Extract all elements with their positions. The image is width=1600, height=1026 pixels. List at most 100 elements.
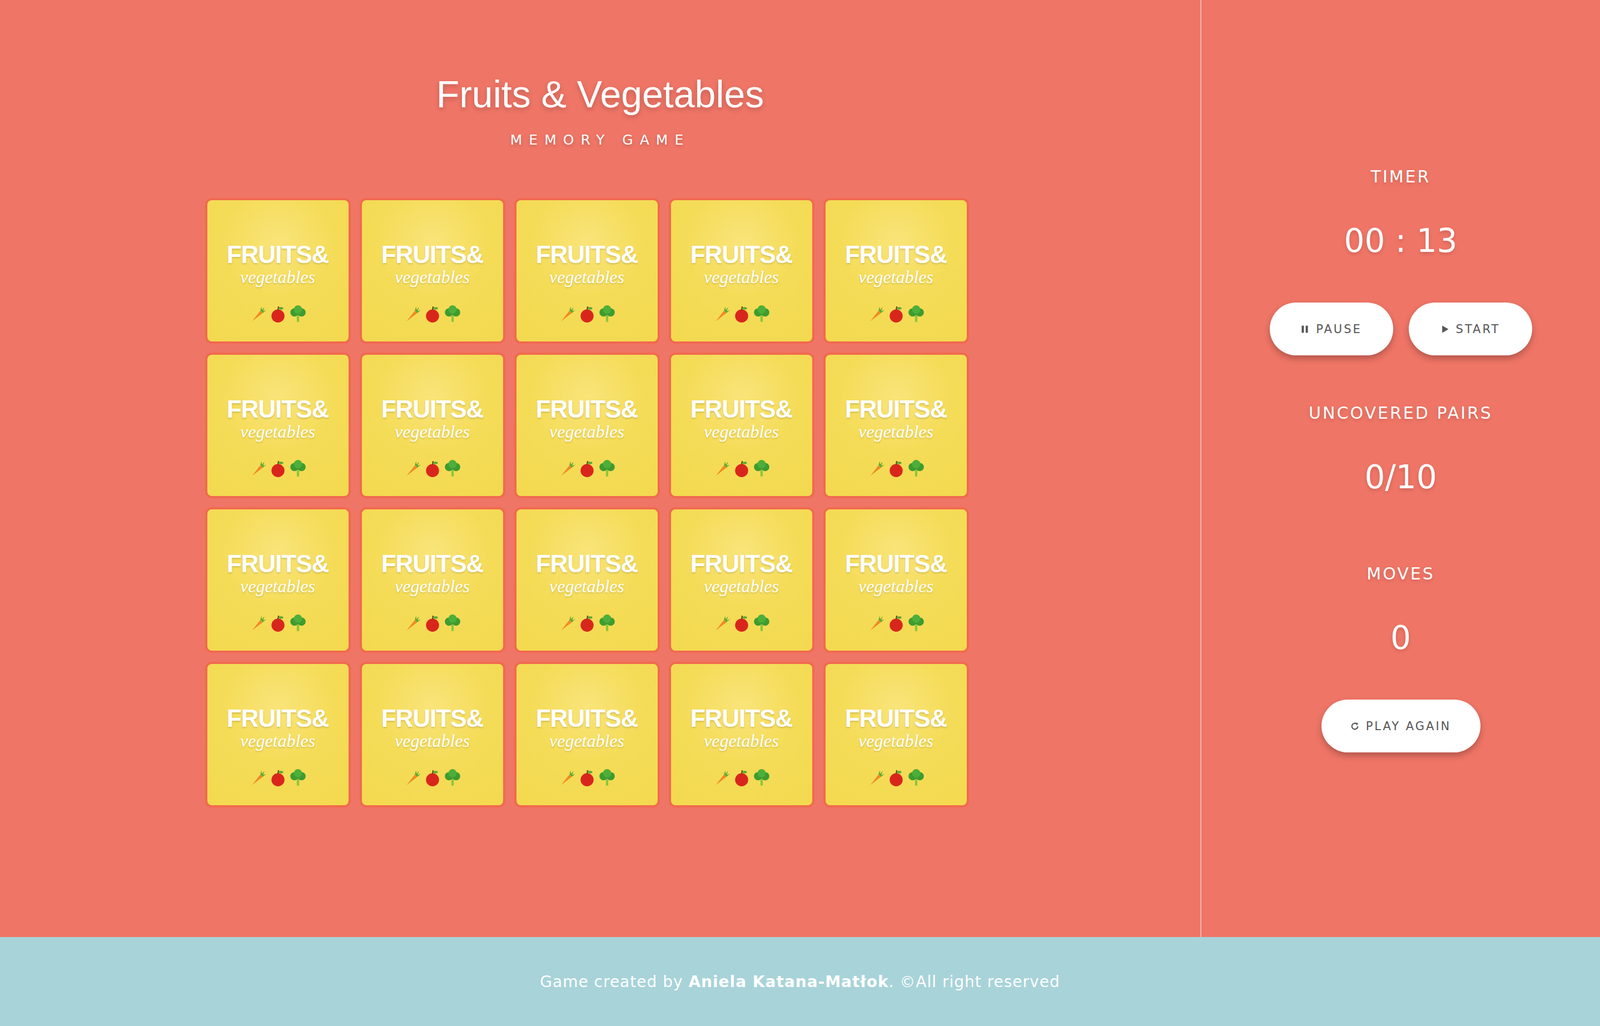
- card-icons: [248, 768, 308, 788]
- card-logo-title: FRUITS&: [381, 551, 484, 576]
- memory-card[interactable]: FRUITS&vegetables: [359, 352, 506, 499]
- card-logo-title: FRUITS&: [381, 396, 484, 422]
- memory-card[interactable]: FRUITS&vegetables: [205, 352, 351, 499]
- card-logo-subtitle: vegetables: [549, 577, 625, 595]
- sidebar: TIMER00 : 13PAUSESTARTUNCOVERED PAIRS0/1…: [1200, 0, 1600, 937]
- carrot-icon: [248, 768, 268, 788]
- card-grid: FRUITS&vegetablesFRUITS&vegetablesFRUITS…: [205, 197, 970, 808]
- carrot-icon: [403, 304, 422, 324]
- apple-icon: [577, 459, 597, 479]
- card-icons: [866, 613, 926, 633]
- card-logo-subtitle: vegetables: [858, 267, 934, 286]
- card-logo-subtitle: vegetables: [549, 267, 625, 286]
- apple-icon: [577, 768, 597, 788]
- broccoli-icon: [597, 768, 617, 788]
- card-logo-subtitle: vegetables: [394, 731, 470, 750]
- broccoli-icon: [597, 613, 617, 633]
- carrot-icon: [248, 613, 268, 633]
- carrot-icon: [712, 613, 732, 633]
- carrot-icon: [712, 459, 732, 479]
- card-logo-subtitle: vegetables: [703, 422, 779, 441]
- card-icons: [557, 459, 617, 479]
- card-icons: [712, 304, 772, 324]
- carrot-icon: [557, 613, 577, 633]
- pause-button[interactable]: PAUSE: [1269, 302, 1394, 356]
- card-logo-title: FRUITS&: [381, 242, 484, 267]
- memory-card[interactable]: FRUITS&vegetables: [668, 197, 815, 344]
- carrot-icon: [866, 613, 886, 633]
- card-logo-title: FRUITS&: [690, 242, 793, 267]
- memory-card[interactable]: FRUITS&vegetables: [514, 507, 660, 653]
- carrot-icon: [248, 304, 268, 324]
- memory-card[interactable]: FRUITS&vegetables: [823, 661, 970, 808]
- broccoli-icon: [597, 459, 617, 479]
- apple-icon: [268, 613, 288, 633]
- memory-card[interactable]: FRUITS&vegetables: [514, 352, 660, 499]
- page: Fruits & Vegetables MEMORY GAME FRUITS&veg…: [0, 0, 1600, 1026]
- memory-card[interactable]: FRUITS&vegetables: [668, 352, 815, 499]
- game-area: Fruits & Vegetables MEMORY GAME FRUITS&veg…: [0, 0, 1201, 937]
- card-icons: [403, 768, 462, 788]
- broccoli-icon: [288, 613, 308, 633]
- apple-icon: [268, 459, 288, 479]
- carrot-icon: [557, 768, 577, 788]
- memory-card[interactable]: FRUITS&vegetables: [514, 197, 660, 344]
- timer-value: 00 : 13: [1343, 221, 1458, 261]
- author-link[interactable]: Aniela Katana-Matłok: [688, 972, 889, 991]
- play-again-button[interactable]: PLAY AGAIN: [1321, 699, 1481, 753]
- apple-icon: [732, 613, 752, 633]
- card-logo-subtitle: vegetables: [240, 731, 316, 750]
- game-title: Fruits & Vegetables: [436, 73, 765, 116]
- memory-card[interactable]: FRUITS&vegetables: [823, 197, 970, 344]
- memory-card[interactable]: FRUITS&vegetables: [359, 661, 506, 808]
- broccoli-icon: [906, 613, 926, 633]
- memory-card[interactable]: FRUITS&vegetables: [359, 197, 506, 344]
- memory-card[interactable]: FRUITS&vegetables: [668, 507, 815, 653]
- memory-card[interactable]: FRUITS&vegetables: [823, 352, 970, 499]
- play-icon: [1440, 324, 1450, 334]
- apple-icon: [423, 768, 442, 788]
- apple-icon: [423, 459, 442, 479]
- pairs-label: UNCOVERED PAIRS: [1308, 403, 1493, 424]
- moves-value: 0: [1390, 618, 1411, 658]
- card-icons: [248, 459, 308, 479]
- card-icons: [866, 768, 926, 788]
- game-subtitle: MEMORY GAME: [510, 131, 690, 148]
- card-icons: [557, 768, 617, 788]
- start-button[interactable]: START: [1408, 302, 1533, 356]
- apple-icon: [886, 768, 906, 788]
- pause-icon: [1300, 324, 1310, 334]
- broccoli-icon: [752, 304, 772, 324]
- card-icons: [403, 613, 462, 633]
- moves-label: MOVES: [1366, 563, 1435, 584]
- card-icons: [248, 613, 308, 633]
- broccoli-icon: [906, 304, 926, 324]
- carrot-icon: [248, 459, 268, 479]
- card-icons: [557, 304, 617, 324]
- broccoli-icon: [752, 459, 772, 479]
- memory-card[interactable]: FRUITS&vegetables: [514, 661, 660, 808]
- card-icons: [403, 304, 462, 324]
- memory-card[interactable]: FRUITS&vegetables: [823, 507, 970, 653]
- broccoli-icon: [597, 304, 617, 324]
- card-logo-subtitle: vegetables: [394, 577, 470, 595]
- card-icons: [712, 768, 772, 788]
- card-logo-subtitle: vegetables: [394, 267, 470, 286]
- card-icons: [248, 304, 308, 324]
- broccoli-icon: [443, 304, 462, 324]
- carrot-icon: [403, 613, 422, 633]
- card-icons: [403, 459, 462, 479]
- memory-card[interactable]: FRUITS&vegetables: [205, 197, 351, 344]
- broccoli-icon: [752, 768, 772, 788]
- apple-icon: [423, 613, 442, 633]
- card-logo-subtitle: vegetables: [703, 577, 779, 595]
- memory-card[interactable]: FRUITS&vegetables: [205, 507, 351, 653]
- memory-card[interactable]: FRUITS&vegetables: [359, 507, 506, 653]
- card-logo-subtitle: vegetables: [394, 422, 470, 441]
- card-logo-subtitle: vegetables: [240, 267, 316, 286]
- broccoli-icon: [906, 459, 926, 479]
- memory-card[interactable]: FRUITS&vegetables: [668, 661, 815, 808]
- timer-controls: PAUSE START: [1269, 302, 1533, 356]
- card-logo-title: FRUITS&: [535, 706, 639, 731]
- memory-card[interactable]: FRUITS&vegetables: [205, 661, 351, 808]
